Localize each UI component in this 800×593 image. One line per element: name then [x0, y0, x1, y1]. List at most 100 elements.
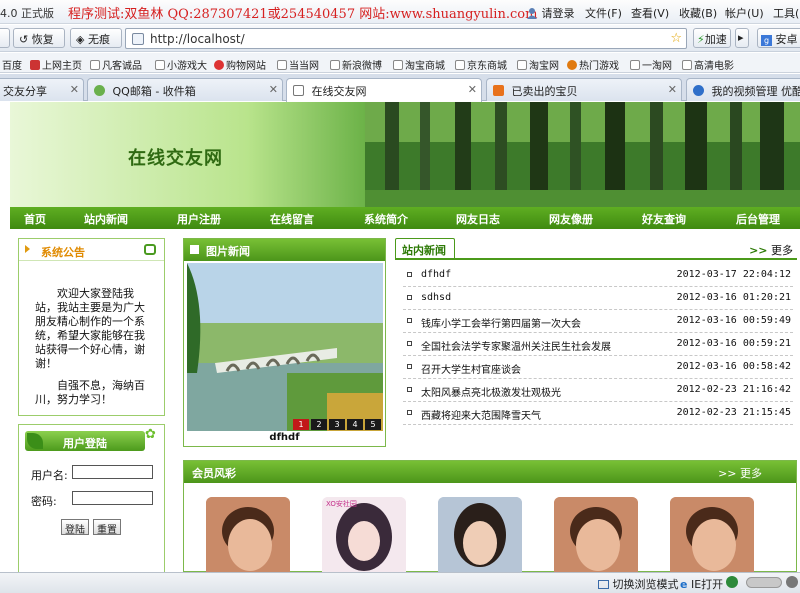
reset-button[interactable]: 重置: [93, 519, 121, 536]
photo-badge: XO安社园: [326, 500, 357, 508]
tab-dating-site[interactable]: 在线交友网 ✕: [286, 78, 482, 102]
close-icon[interactable]: ✕: [668, 83, 677, 96]
fav-dangdang-label: 当当网: [289, 61, 319, 72]
news-title[interactable]: 太阳风暴点亮北极激发壮观极光: [421, 384, 561, 399]
settings-icon[interactable]: [786, 576, 798, 588]
pager-page[interactable]: 5: [365, 419, 381, 430]
menu-file[interactable]: 文件(F): [585, 5, 622, 21]
list-item[interactable]: 钱库小学工会举行第四届第一次大会 2012-03-16 00:59:49: [403, 310, 793, 333]
fav-etao-label: 一淘网: [642, 61, 672, 72]
tab-sold-items[interactable]: 已卖出的宝贝 ✕: [486, 78, 682, 101]
nav-about[interactable]: 系统简介: [364, 211, 408, 227]
username-input[interactable]: [72, 465, 153, 479]
pager-page[interactable]: 2: [311, 419, 327, 430]
photo-caption[interactable]: dfhdf: [184, 432, 385, 443]
menu-view[interactable]: 查看(V): [631, 5, 669, 21]
fav-vancl[interactable]: 凡客诚品: [90, 57, 142, 72]
fav-tmall[interactable]: 淘宝商城: [393, 57, 445, 72]
news-title[interactable]: 召开大学生村官座谈会: [421, 361, 521, 376]
members-panel: 会员风彩 >> 更多 XO安社园: [183, 460, 797, 572]
login-menu[interactable]: 请登录: [526, 5, 575, 21]
bullet-icon: [407, 387, 412, 392]
close-icon[interactable]: ✕: [468, 83, 477, 96]
nav-site-news[interactable]: 站内新闻: [84, 211, 128, 227]
site-news-panel: 站内新闻 >> 更多 dfhdf 2012-03-17 22:04:12 sdhs…: [395, 238, 797, 425]
security-icon[interactable]: [726, 576, 738, 588]
list-item[interactable]: dfhdf 2012-03-17 22:04:12: [403, 264, 793, 287]
fav-taobao[interactable]: 淘宝网: [517, 57, 559, 72]
member-photo[interactable]: XO安社园: [322, 497, 406, 572]
tab-video-manage[interactable]: 我的视频管理 优酷视频: [686, 78, 800, 101]
fav-homepage[interactable]: 上网主页: [30, 57, 82, 72]
member-photo[interactable]: [206, 497, 290, 572]
restore-button[interactable]: ↺ 恢复: [13, 28, 65, 48]
member-photo[interactable]: [438, 497, 522, 572]
fav-minigames[interactable]: 小游戏大: [155, 57, 207, 72]
nav-register[interactable]: 用户注册: [177, 211, 221, 227]
nav-photo-album[interactable]: 网友像册: [549, 211, 593, 227]
nav-admin[interactable]: 后台管理: [736, 211, 780, 227]
ie-open-button[interactable]: e IE打开: [680, 576, 723, 592]
fav-baidu[interactable]: 百度: [2, 57, 22, 72]
fav-shopping[interactable]: 购物网站: [214, 57, 266, 72]
accelerate-button[interactable]: ⚡加速: [693, 28, 731, 48]
forward-arrow-button[interactable]: ▸: [735, 28, 749, 48]
more-news-link[interactable]: >> 更多: [749, 242, 793, 258]
fav-dangdang[interactable]: 当当网: [277, 57, 319, 72]
password-input[interactable]: [72, 491, 153, 505]
fav-jd[interactable]: 京东商城: [455, 57, 507, 72]
news-title[interactable]: sdhsd: [421, 292, 451, 303]
news-date: 2012-03-16 00:59:49: [676, 315, 791, 326]
list-item[interactable]: 太阳风暴点亮北极激发壮观极光 2012-02-23 21:16:42: [403, 379, 793, 402]
close-icon[interactable]: ✕: [269, 83, 278, 96]
search-engine-button[interactable]: g 安卓: [757, 28, 800, 48]
news-photo[interactable]: [187, 263, 383, 431]
pager-page[interactable]: 4: [347, 419, 363, 430]
restore-label: 恢复: [31, 33, 54, 46]
window-icon: [144, 244, 156, 255]
page-icon: [517, 60, 527, 70]
member-photo[interactable]: [554, 497, 638, 572]
ie-open-label: IE打开: [690, 578, 724, 591]
browse-mode-toggle[interactable]: 切换浏览模式: [598, 576, 679, 592]
pager-page[interactable]: 1: [293, 419, 309, 430]
site-news-header: 站内新闻 >> 更多: [395, 238, 797, 260]
fav-hdmovie[interactable]: 高清电影: [682, 57, 734, 72]
star-icon[interactable]: ☆: [670, 31, 682, 46]
fav-hotgames[interactable]: 热门游戏: [567, 57, 619, 72]
tab-qqmail[interactable]: QQ邮箱 - 收件箱 ✕: [87, 78, 283, 101]
tab-share[interactable]: 交友分享 ✕: [0, 78, 84, 101]
fav-etao[interactable]: 一淘网: [630, 57, 672, 72]
list-item[interactable]: 西藏将迎来大范围降雪天气 2012-02-23 21:15:45: [403, 402, 793, 425]
nav-home[interactable]: 首页: [24, 211, 46, 227]
incognito-button[interactable]: ◈ 无痕: [70, 28, 122, 48]
menu-favorites[interactable]: 收藏(B): [679, 5, 717, 21]
nav-user-logs[interactable]: 网友日志: [456, 211, 500, 227]
member-photo[interactable]: [670, 497, 754, 572]
menu-tools[interactable]: 工具(: [773, 5, 799, 21]
back-arrow-button[interactable]: [0, 28, 10, 48]
arrow-icon: [25, 245, 30, 253]
news-title[interactable]: 西藏将迎来大范围降雪天气: [421, 407, 541, 422]
toggle-switch[interactable]: [746, 577, 782, 588]
list-item[interactable]: sdhsd 2012-03-16 01:20:21: [403, 287, 793, 310]
url-field[interactable]: http://localhost/ ☆: [125, 28, 687, 49]
close-icon[interactable]: ✕: [70, 83, 79, 96]
bullet-icon: [407, 272, 412, 277]
fav-weibo[interactable]: 新浪微博: [330, 57, 382, 72]
pager-page[interactable]: 3: [329, 419, 345, 430]
news-title[interactable]: 全国社会法学专家聚温州关注民生社会发展: [421, 338, 611, 353]
nav-guestbook[interactable]: 在线留言: [270, 211, 314, 227]
photo-pager: 1 2 3 4 5: [291, 419, 381, 430]
news-title[interactable]: dfhdf: [421, 269, 451, 280]
login-button[interactable]: 登陆: [61, 519, 89, 536]
news-title[interactable]: 钱库小学工会举行第四届第一次大会: [421, 315, 581, 330]
play-icon: [693, 85, 704, 96]
menu-account[interactable]: 帐户(U): [725, 5, 764, 21]
more-members-link[interactable]: >> 更多: [718, 465, 762, 481]
list-item[interactable]: 全国社会法学专家聚温州关注民生社会发展 2012-03-16 00:59:21: [403, 333, 793, 356]
nav-friend-search[interactable]: 好友查询: [642, 211, 686, 227]
bullet-icon: [407, 364, 412, 369]
site-news-tab[interactable]: 站内新闻: [395, 238, 455, 258]
list-item[interactable]: 召开大学生村官座谈会 2012-03-16 00:58:42: [403, 356, 793, 379]
